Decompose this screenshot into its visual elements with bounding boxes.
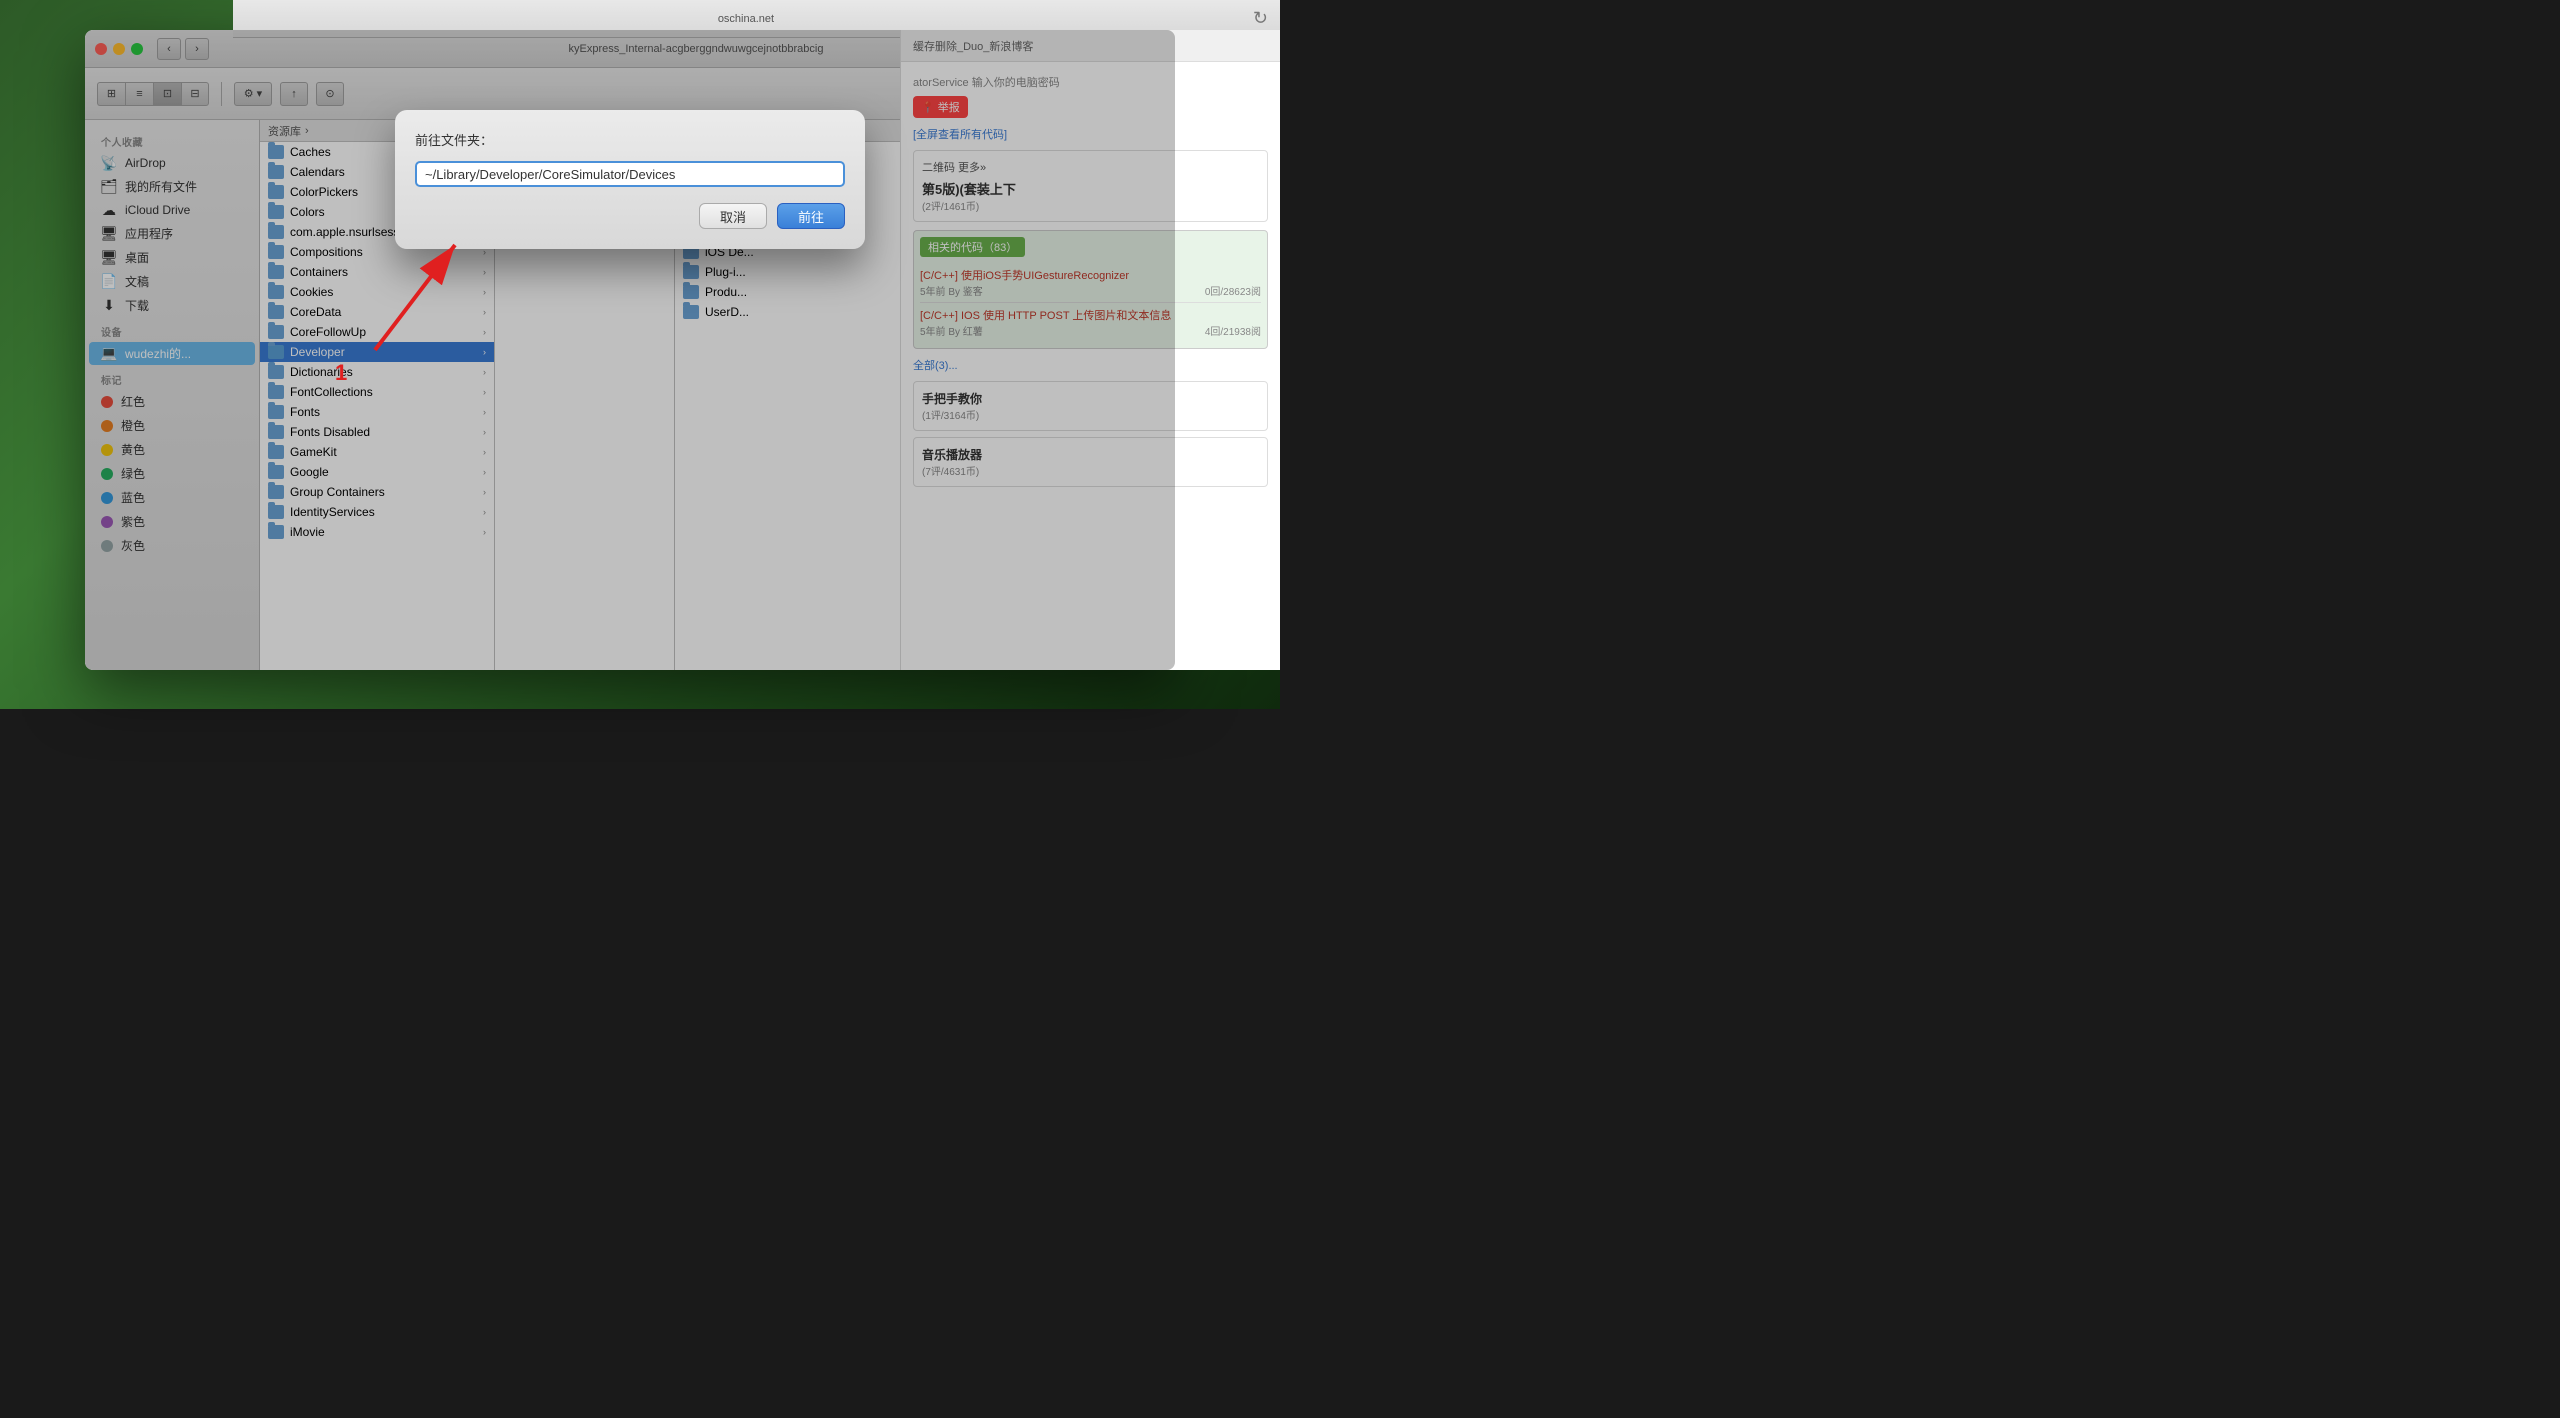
goto-folder-dialog: 前往文件夹： 取消 前往 [395, 110, 865, 249]
browser-title: oschina.net [245, 13, 1247, 25]
dialog-buttons: 取消 前往 [415, 203, 845, 229]
goto-button[interactable]: 前往 [777, 203, 845, 229]
browser-refresh-icon[interactable]: ↻ [1253, 8, 1268, 29]
desktop-icons-column [0, 0, 90, 709]
goto-folder-input[interactable] [415, 161, 845, 187]
code-stats-1: 0回/28623阅 [1205, 283, 1261, 298]
modal-overlay: 前往文件夹： 取消 前往 [85, 30, 1175, 670]
cancel-button[interactable]: 取消 [699, 203, 767, 229]
dialog-input-row [415, 161, 845, 187]
finder-window: ‹ › kyExpress_Internal-acgberggndwuwgcej… [85, 30, 1175, 670]
code-stats-2: 4回/21938阅 [1205, 323, 1261, 338]
dialog-title: 前往文件夹： [415, 130, 845, 149]
